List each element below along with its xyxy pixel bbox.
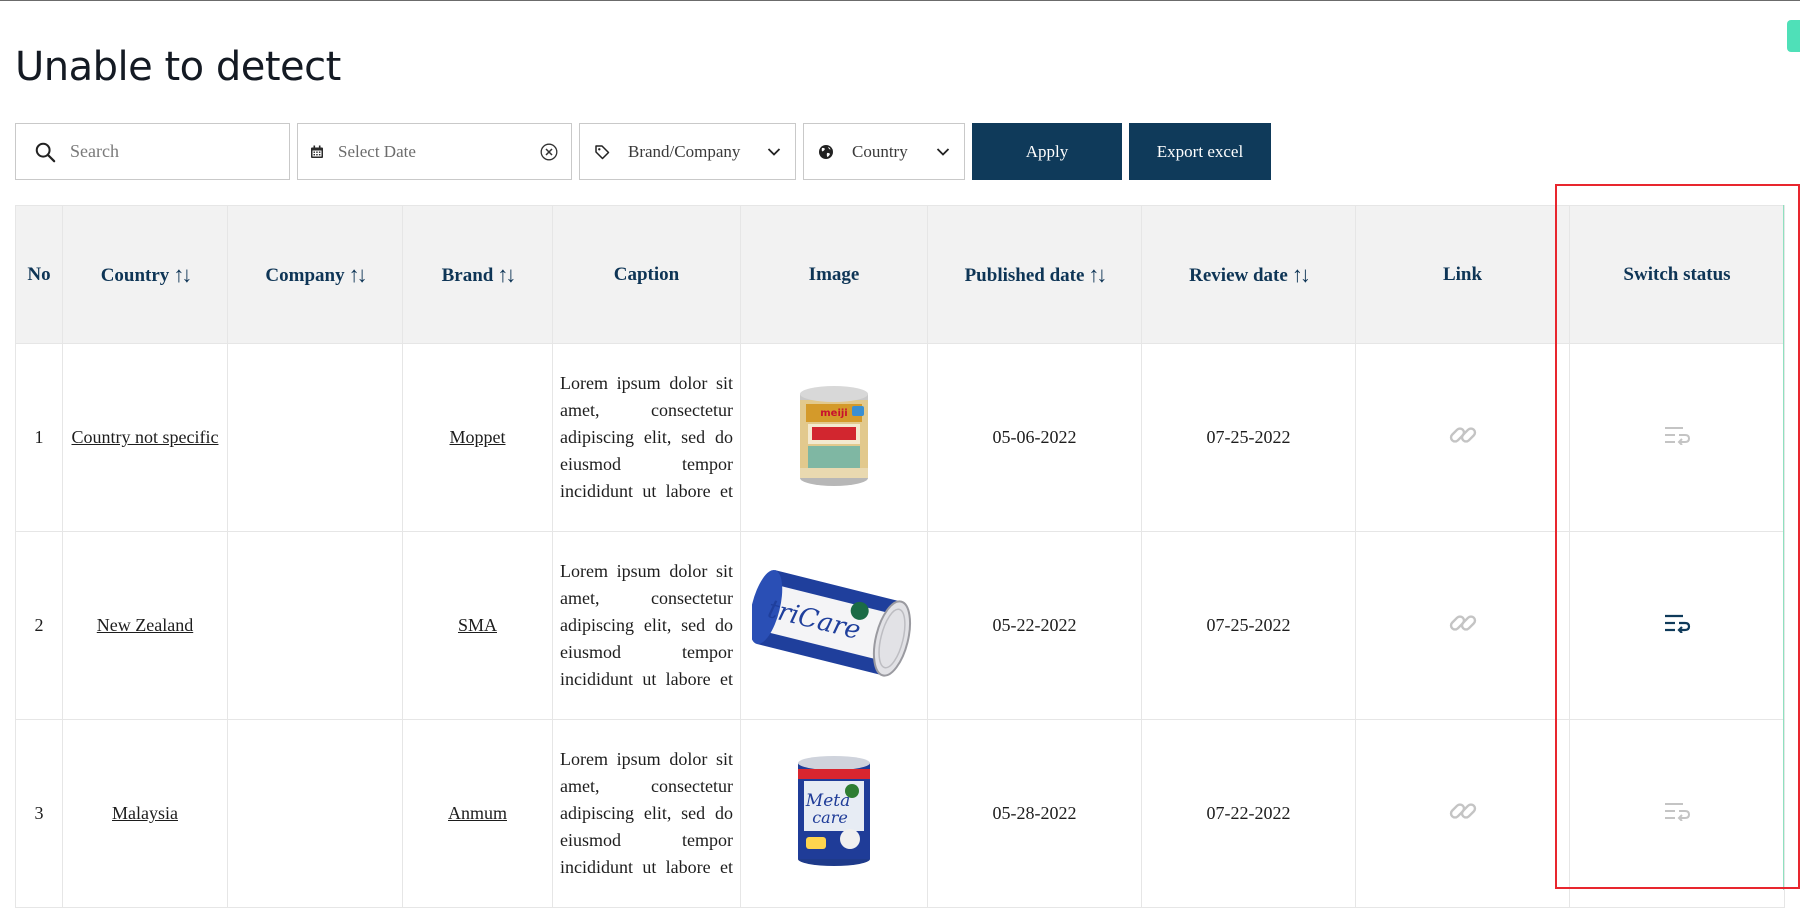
sort-icon[interactable]: ↑↓ xyxy=(1292,262,1311,288)
cell-link xyxy=(1355,719,1570,908)
chevron-down-icon xyxy=(767,147,781,156)
link-icon[interactable] xyxy=(1448,796,1478,826)
header-brand[interactable]: Brand ↑↓ xyxy=(402,205,553,344)
cell-image: triCare xyxy=(740,531,928,720)
cell-published-date: 05-22-2022 xyxy=(927,531,1142,720)
table-row: 2 New Zealand SMA Lorem ipsum dolor sit … xyxy=(15,531,1785,720)
cell-company xyxy=(227,343,403,532)
chevron-down-icon xyxy=(936,147,950,156)
cell-caption: Lorem ipsum dolor sit amet, consectetur … xyxy=(552,343,741,532)
cell-caption: Lorem ipsum dolor sit amet, consectetur … xyxy=(552,531,741,720)
link-icon[interactable] xyxy=(1448,608,1478,638)
caption-text: Lorem ipsum dolor sit amet, consectetur … xyxy=(560,373,733,501)
table-row: 3 Malaysia Anmum Lorem ipsum dolor sit a… xyxy=(15,719,1785,908)
sort-icon[interactable]: ↑↓ xyxy=(349,262,368,288)
filter-toolbar: Select Date Brand/Company Country Apply … xyxy=(15,123,1271,180)
cell-company xyxy=(227,531,403,720)
cell-caption: Lorem ipsum dolor sit amet, consectetur … xyxy=(552,719,741,908)
cell-no: 1 xyxy=(15,343,63,532)
cell-switch-status xyxy=(1569,531,1785,720)
brand-company-select[interactable]: Brand/Company xyxy=(579,123,796,180)
switch-status-icon[interactable] xyxy=(1663,613,1691,634)
cell-no: 2 xyxy=(15,531,63,720)
header-caption: Caption xyxy=(552,205,741,344)
link-icon[interactable] xyxy=(1448,420,1478,450)
header-review-date[interactable]: Review date ↑↓ xyxy=(1141,205,1356,344)
country-link[interactable]: New Zealand xyxy=(97,615,193,635)
top-rule xyxy=(0,0,1800,1)
cell-brand: Moppet xyxy=(402,343,553,532)
caption-text: Lorem ipsum dolor sit amet, consectetur … xyxy=(560,749,733,877)
header-published-date[interactable]: Published date ↑↓ xyxy=(927,205,1142,344)
cell-brand: SMA xyxy=(402,531,553,720)
svg-text:meiji: meiji xyxy=(820,408,848,419)
brand-link[interactable]: Moppet xyxy=(450,427,506,447)
export-excel-button[interactable]: Export excel xyxy=(1129,123,1271,180)
cell-review-date: 07-25-2022 xyxy=(1141,531,1356,720)
cell-country: Malaysia xyxy=(62,719,228,908)
switch-status-icon[interactable] xyxy=(1663,801,1691,822)
calendar-icon xyxy=(311,145,323,158)
cell-link xyxy=(1355,531,1570,720)
cell-no: 3 xyxy=(15,719,63,908)
search-icon xyxy=(35,142,56,162)
cell-published-date: 05-28-2022 xyxy=(927,719,1142,908)
page-title: Unable to detect xyxy=(15,44,341,90)
cell-company xyxy=(227,719,403,908)
country-label: Country xyxy=(852,141,908,161)
sort-icon[interactable]: ↑↓ xyxy=(173,262,192,288)
cell-link xyxy=(1355,343,1570,532)
date-placeholder: Select Date xyxy=(338,141,416,161)
switch-status-icon[interactable] xyxy=(1663,425,1691,446)
search-box[interactable] xyxy=(15,123,290,180)
sort-icon[interactable]: ↑↓ xyxy=(1088,262,1107,288)
svg-text:care: care xyxy=(812,808,848,827)
header-no: No xyxy=(15,205,63,344)
table-row: 1 Country not specific Moppet Lorem ipsu… xyxy=(15,343,1785,532)
cell-published-date: 05-06-2022 xyxy=(927,343,1142,532)
clear-icon[interactable] xyxy=(540,143,558,161)
tag-icon xyxy=(595,144,610,159)
apply-button[interactable]: Apply xyxy=(972,123,1122,180)
sort-icon[interactable]: ↑↓ xyxy=(497,262,516,288)
meiji-can-icon[interactable]: meiji xyxy=(794,380,874,490)
header-image: Image xyxy=(740,205,928,344)
cell-switch-status xyxy=(1569,343,1785,532)
cell-image: meiji xyxy=(740,343,928,532)
cell-image: Meta care xyxy=(740,719,928,908)
brand-link[interactable]: Anmum xyxy=(448,803,507,823)
cell-review-date: 07-25-2022 xyxy=(1141,343,1356,532)
brand-link[interactable]: SMA xyxy=(458,615,497,635)
header-link: Link xyxy=(1355,205,1570,344)
country-link[interactable]: Country not specific xyxy=(72,427,219,447)
cell-review-date: 07-22-2022 xyxy=(1141,719,1356,908)
globe-icon xyxy=(819,144,833,159)
search-input[interactable] xyxy=(68,140,272,163)
nutricare-can-icon[interactable]: triCare xyxy=(751,561,917,686)
cell-country: Country not specific xyxy=(62,343,228,532)
cell-switch-status xyxy=(1569,719,1785,908)
header-company[interactable]: Company ↑↓ xyxy=(227,205,403,344)
header-country[interactable]: Country ↑↓ xyxy=(62,205,228,344)
header-switch-status: Switch status xyxy=(1569,205,1785,344)
country-select[interactable]: Country xyxy=(803,123,965,180)
caption-text: Lorem ipsum dolor sit amet, consectetur … xyxy=(560,561,733,689)
table-header-row: No Country ↑↓ Company ↑↓ Brand ↑↓ Caption I… xyxy=(15,205,1785,344)
scroll-edge xyxy=(1783,205,1784,890)
metacare-can-icon[interactable]: Meta care xyxy=(792,751,877,871)
results-table: No Country ↑↓ Company ↑↓ Brand ↑↓ Caption I… xyxy=(15,205,1785,908)
brand-company-label: Brand/Company xyxy=(628,141,741,161)
corner-badge[interactable] xyxy=(1787,20,1800,52)
cell-brand: Anmum xyxy=(402,719,553,908)
date-picker[interactable]: Select Date xyxy=(297,123,572,180)
cell-country: New Zealand xyxy=(62,531,228,720)
country-link[interactable]: Malaysia xyxy=(112,803,178,823)
